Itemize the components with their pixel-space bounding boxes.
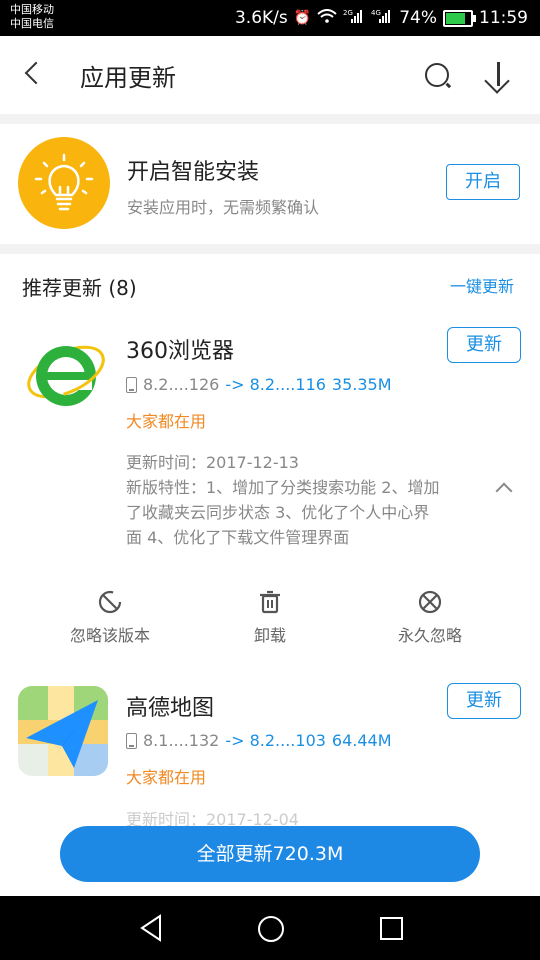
app-name: 360浏览器 — [126, 339, 234, 364]
new-version: -> 8.2....103 — [225, 731, 326, 750]
signal-label-1: 2G — [343, 9, 353, 17]
divider — [0, 244, 540, 254]
signal-label-2: 4G — [371, 9, 381, 17]
carrier-info: 中国移动 中国电信 — [10, 3, 54, 31]
old-version: 8.2....126 — [143, 375, 220, 394]
trash-icon — [260, 590, 280, 614]
status-right: 3.6K/s ⏰ 2G 4G 74% 11:59 — [235, 6, 528, 30]
nav-recents-icon[interactable] — [380, 917, 403, 940]
ignore-version-button[interactable]: 忽略该版本 — [30, 588, 190, 658]
section-title: 推荐更新 (8) — [22, 276, 137, 300]
battery-icon — [443, 9, 476, 27]
network-speed: 3.6K/s — [234, 8, 288, 28]
back-arrow-icon[interactable] — [20, 58, 50, 92]
update-size: 35.35M — [331, 375, 392, 394]
features-line: 新版特性：1、增加了分类搜索功能 2、增加 — [126, 478, 440, 497]
signal-icon-1: 2G — [343, 8, 365, 28]
new-version: -> 8.2....116 — [225, 375, 326, 394]
enable-button[interactable]: 开启 — [446, 164, 520, 200]
battery-percent: 74% — [399, 8, 437, 28]
install-title: 开启智能安装 — [127, 160, 260, 185]
lightbulb-icon — [18, 137, 110, 229]
amap-icon[interactable] — [18, 686, 108, 776]
browser-360-icon[interactable] — [20, 328, 110, 418]
carrier-2: 中国电信 — [10, 17, 54, 30]
ignore-forever-button[interactable]: 永久忽略 — [350, 588, 510, 658]
action-label: 忽略该版本 — [69, 626, 150, 645]
version-line: 8.2....126 -> 8.2....116 35.35M — [126, 375, 392, 394]
app-toolbar: 应用更新 — [0, 36, 540, 114]
system-nav-bar — [0, 896, 540, 960]
popular-tag: 大家都在用 — [126, 412, 207, 431]
status-bar: 中国移动 中国电信 3.6K/s ⏰ 2G 4G 74% 11:59 — [0, 0, 540, 36]
carrier-1: 中国移动 — [10, 3, 54, 16]
version-line: 8.1....132 -> 8.2....103 64.44M — [126, 731, 392, 750]
ignore-forever-icon — [418, 590, 442, 614]
update-time: 更新时间：2017-12-13 — [126, 453, 299, 472]
battery-level-fill — [446, 12, 466, 24]
nav-back-icon[interactable] — [138, 913, 164, 943]
chevron-up-icon[interactable] — [496, 480, 512, 496]
old-version: 8.1....132 — [143, 731, 220, 750]
download-icon[interactable] — [484, 60, 514, 94]
popular-tag: 大家都在用 — [126, 768, 207, 787]
clock: 11:59 — [479, 8, 528, 28]
update-button[interactable]: 更新 — [447, 327, 521, 363]
alarm-icon: ⏰ — [293, 10, 312, 26]
update-button[interactable]: 更新 — [447, 683, 521, 719]
app-name: 高德地图 — [126, 696, 215, 721]
wifi-icon — [317, 9, 337, 27]
install-subtitle: 安装应用时，无需频繁确认 — [127, 198, 320, 217]
features-line: 了收藏夹云同步状态 3、优化了个人中心界 — [126, 503, 430, 522]
uninstall-button[interactable]: 卸载 — [190, 588, 350, 658]
update-all-button[interactable]: 全部更新720.3M — [60, 826, 480, 882]
signal-icon-2: 4G — [371, 8, 393, 28]
phone-icon — [126, 732, 137, 749]
update-details: 更新时间：2017-12-13 新版特性：1、增加了分类搜索功能 2、增加 了收… — [126, 450, 439, 550]
action-label: 卸载 — [253, 626, 286, 645]
action-label: 永久忽略 — [397, 626, 462, 645]
phone-icon — [126, 376, 137, 393]
features-line: 面 4、优化了下载文件管理界面 — [126, 528, 350, 547]
search-icon[interactable] — [424, 62, 452, 90]
nav-home-icon[interactable] — [258, 916, 284, 942]
update-size: 64.44M — [331, 731, 392, 750]
update-all-link[interactable]: 一键更新 — [450, 273, 514, 297]
page-title: 应用更新 — [80, 64, 176, 92]
ignore-version-icon — [98, 590, 122, 614]
divider — [0, 114, 540, 124]
smart-install-card: 开启智能安装 安装应用时，无需频繁确认 开启 — [0, 124, 540, 244]
